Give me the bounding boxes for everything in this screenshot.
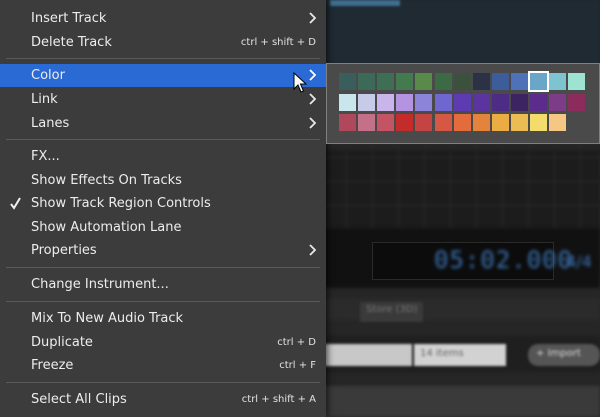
menu-item-label: Freeze	[31, 358, 74, 373]
color-swatch[interactable]	[549, 93, 567, 111]
menu-item-show-track-region-controls[interactable]: Show Track Region Controls	[0, 192, 326, 215]
color-swatch[interactable]	[453, 73, 471, 90]
color-swatch[interactable]	[434, 114, 452, 131]
menu-separator	[6, 267, 320, 268]
color-swatch[interactable]	[453, 93, 471, 111]
menu-item-properties[interactable]: Properties	[0, 239, 326, 262]
color-swatch[interactable]	[528, 71, 549, 92]
color-swatch[interactable]	[530, 114, 547, 131]
menu-item-shortcut: ctrl + shift + D	[240, 37, 316, 48]
menu-item-color[interactable]: Color	[0, 64, 326, 87]
menu-item-label: Insert Track	[31, 11, 107, 26]
menu-item-select-all-clips[interactable]: Select All Clips ctrl + shift + A	[0, 388, 326, 411]
menu-item-shortcut: ctrl + D	[277, 337, 316, 348]
arrange-grid	[320, 150, 600, 230]
menu-item-shortcut: ctrl + shift + A	[241, 394, 316, 405]
items-count-field: 14 items	[414, 344, 506, 366]
color-swatch[interactable]	[530, 93, 547, 111]
menu-item-label: FX...	[31, 149, 60, 164]
track-context-menu: Insert Track Delete Track ctrl + shift +…	[0, 0, 326, 417]
color-swatch[interactable]	[377, 114, 395, 131]
menu-item-show-effects-on-tracks[interactable]: Show Effects On Tracks	[0, 169, 326, 192]
menu-item-label: Lanes	[31, 116, 70, 131]
checkmark-icon	[10, 197, 21, 210]
menu-separator	[6, 301, 320, 302]
menu-item-label: Show Effects On Tracks	[31, 173, 182, 188]
import-button[interactable]: + Import	[528, 344, 600, 366]
menu-item-label: Color	[31, 68, 65, 83]
color-swatch[interactable]	[358, 73, 376, 90]
browser-tab[interactable]: Store (3D)	[360, 302, 424, 322]
menu-item-insert-track[interactable]: Insert Track	[0, 7, 326, 30]
menu-item-link[interactable]: Link	[0, 88, 326, 111]
menu-item-mix-to-new-audio-track[interactable]: Mix To New Audio Track	[0, 307, 326, 330]
color-swatch[interactable]	[396, 114, 414, 131]
color-swatch[interactable]	[510, 73, 528, 90]
chevron-right-icon	[309, 69, 317, 81]
color-swatch[interactable]	[358, 93, 376, 111]
selected-clip-strip	[330, 0, 400, 6]
menu-item-label: Select All Clips	[31, 392, 127, 407]
color-swatch[interactable]	[472, 93, 490, 111]
color-swatch[interactable]	[396, 93, 414, 111]
menu-separator	[6, 139, 320, 140]
menu-item-shortcut: ctrl + F	[279, 360, 316, 371]
menu-separator	[6, 382, 320, 383]
menu-item-label: Duplicate	[31, 335, 93, 350]
menu-item-freeze[interactable]: Freeze ctrl + F	[0, 354, 326, 377]
color-swatch[interactable]	[339, 93, 356, 111]
color-swatch[interactable]	[472, 114, 490, 131]
menu-item-duplicate[interactable]: Duplicate ctrl + D	[0, 331, 326, 354]
color-swatch[interactable]	[510, 114, 528, 131]
color-swatch[interactable]	[339, 114, 356, 131]
browser-search-input[interactable]	[322, 344, 412, 366]
color-swatch[interactable]	[434, 73, 452, 90]
chevron-right-icon	[309, 244, 317, 256]
menu-item-label: Properties	[31, 243, 97, 258]
time-display: 05:02.000	[434, 246, 574, 274]
color-swatch[interactable]	[415, 114, 433, 131]
color-swatch[interactable]	[415, 93, 433, 111]
color-swatch[interactable]	[568, 93, 586, 111]
arrange-header	[320, 0, 600, 64]
menu-item-label: Link	[31, 92, 58, 107]
menu-item-label: Delete Track	[31, 35, 112, 50]
time-signature: 4/4	[566, 252, 592, 271]
color-swatch[interactable]	[415, 73, 433, 90]
menu-separator	[6, 58, 320, 59]
color-swatch[interactable]	[377, 93, 395, 111]
color-swatch[interactable]	[472, 73, 490, 90]
color-swatch[interactable]	[358, 114, 376, 131]
menu-item-label: Mix To New Audio Track	[31, 311, 184, 326]
color-swatch[interactable]	[510, 93, 528, 111]
menu-item-label: Change Instrument...	[31, 277, 169, 292]
color-swatch[interactable]	[396, 73, 414, 90]
menu-item-show-automation-lane[interactable]: Show Automation Lane	[0, 216, 326, 239]
color-palette-popup	[326, 63, 600, 144]
browser-column-header	[320, 386, 600, 417]
color-swatch[interactable]	[434, 93, 452, 111]
color-swatch[interactable]	[491, 93, 509, 111]
color-swatch[interactable]	[568, 73, 586, 90]
chevron-right-icon	[309, 117, 317, 129]
color-swatch[interactable]	[549, 73, 567, 90]
menu-item-lanes[interactable]: Lanes	[0, 112, 326, 135]
color-swatch[interactable]	[377, 73, 395, 90]
menu-item-change-instrument[interactable]: Change Instrument...	[0, 273, 326, 296]
color-swatch[interactable]	[491, 73, 509, 90]
menu-item-fx[interactable]: FX...	[0, 145, 326, 168]
mouse-pointer-icon	[293, 72, 307, 93]
menu-item-label: Show Track Region Controls	[31, 196, 211, 211]
color-swatch[interactable]	[339, 73, 356, 90]
menu-item-label: Show Automation Lane	[31, 220, 182, 235]
chevron-right-icon	[309, 12, 317, 24]
color-swatch[interactable]	[453, 114, 471, 131]
chevron-right-icon	[309, 93, 317, 105]
color-swatch[interactable]	[491, 114, 509, 131]
color-swatch[interactable]	[549, 114, 567, 131]
menu-item-delete-track[interactable]: Delete Track ctrl + shift + D	[0, 31, 326, 54]
